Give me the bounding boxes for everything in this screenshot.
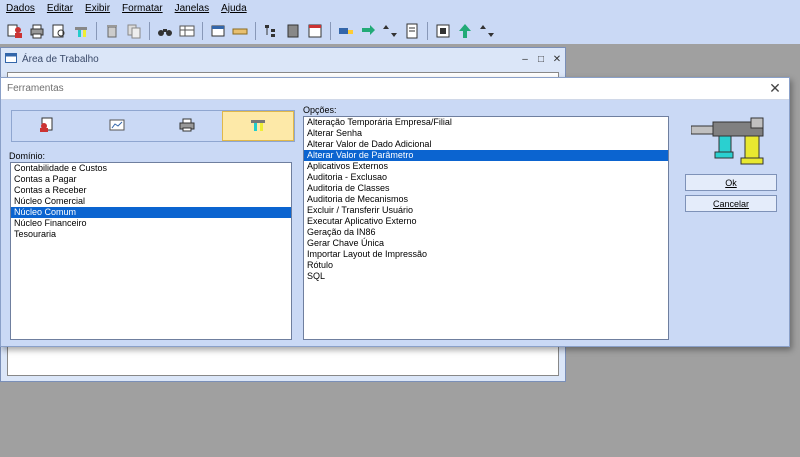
tools-icon[interactable] (72, 22, 90, 40)
binoculars-icon[interactable] (156, 22, 174, 40)
grid-icon[interactable] (178, 22, 196, 40)
domain-list-item[interactable]: Contabilidade e Custos (11, 163, 291, 174)
menu-janelas[interactable]: Janelas (169, 0, 215, 18)
toolbar-separator (330, 22, 331, 40)
workspace-title: Área de Trabalho (22, 53, 99, 65)
dialog-titlebar: Ferramentas ✕ (1, 78, 789, 100)
maximize-button[interactable]: □ (533, 54, 549, 65)
option-list-item[interactable]: Executar Aplicativo Externo (304, 216, 668, 227)
option-list-item[interactable]: Auditoria - Exclusao (304, 172, 668, 183)
menu-ajuda[interactable]: Ajuda (215, 0, 253, 18)
option-list-item[interactable]: Gerar Chave Única (304, 238, 668, 249)
menu-dados[interactable]: Dados (0, 0, 41, 18)
dialog-title: Ferramentas (7, 83, 64, 94)
toolbar (0, 18, 800, 44)
delete-icon[interactable] (103, 22, 121, 40)
menu-formatar[interactable]: Formatar (116, 0, 169, 18)
tools-illustration-icon (690, 116, 771, 166)
preview-icon[interactable] (50, 22, 68, 40)
calendar-icon[interactable] (306, 22, 324, 40)
option-list-item[interactable]: Alterar Valor de Parâmetro (304, 150, 668, 161)
cancel-button[interactable]: Cancelar (685, 195, 777, 212)
exit-icon[interactable] (434, 22, 452, 40)
dialog-close-button[interactable]: ✕ (761, 80, 789, 97)
sort-icon[interactable] (381, 22, 399, 40)
option-list-item[interactable]: Rótulo (304, 260, 668, 271)
option-list-item[interactable]: Alterar Senha (304, 128, 668, 139)
print-icon[interactable] (28, 22, 46, 40)
report-icon (109, 118, 125, 134)
order-icon[interactable] (478, 22, 496, 40)
transfer-icon[interactable] (359, 22, 377, 40)
option-list-item[interactable]: Excluir / Transferir Usuário (304, 205, 668, 216)
options-listbox[interactable]: Alteração Temporária Empresa/Filial Alter… (303, 116, 669, 340)
option-list-item[interactable]: Auditoria de Mecanismos (304, 194, 668, 205)
window-icon[interactable] (209, 22, 227, 40)
workspace-titlebar: Área de Trabalho – □ ✕ (1, 48, 565, 70)
domain-list-item[interactable]: Tesouraria (11, 229, 291, 240)
option-list-item[interactable]: Alterar Valor de Dado Adicional (304, 139, 668, 150)
document-icon[interactable] (403, 22, 421, 40)
option-list-item[interactable]: Geração da IN86 (304, 227, 668, 238)
option-list-item[interactable]: Aplicativos Externos (304, 161, 668, 172)
tools-icon (249, 117, 267, 135)
option-list-item[interactable]: Alteração Temporária Empresa/Filial (304, 117, 668, 128)
domain-list-item[interactable]: Núcleo Comum (11, 207, 291, 218)
ok-button[interactable]: Ok (685, 174, 777, 191)
category-users-button[interactable] (12, 111, 82, 141)
domain-list-item[interactable]: Núcleo Comercial (11, 196, 291, 207)
truck-icon[interactable] (337, 22, 355, 40)
minimize-button[interactable]: – (517, 54, 533, 65)
building-icon[interactable] (284, 22, 302, 40)
menu-exibir[interactable]: Exibir (79, 0, 116, 18)
option-list-item[interactable]: Auditoria de Classes (304, 183, 668, 194)
toolbar-separator (96, 22, 97, 40)
tools-dialog: Ferramentas ✕ Domínio: Contabilidade e C… (0, 77, 790, 347)
toolbar-separator (427, 22, 428, 40)
move-up-icon[interactable] (456, 22, 474, 40)
toolbar-separator (202, 22, 203, 40)
category-print-button[interactable] (152, 111, 222, 141)
options-label: Opções: (303, 105, 337, 115)
category-tools-button[interactable] (222, 111, 294, 141)
toolbar-separator (255, 22, 256, 40)
domain-list-item[interactable]: Contas a Pagar (11, 174, 291, 185)
domain-list-item[interactable]: Núcleo Financeiro (11, 218, 291, 229)
printer-icon (179, 118, 195, 134)
option-list-item[interactable]: Importar Layout de Impressão (304, 249, 668, 260)
handshake-icon[interactable] (231, 22, 249, 40)
toolbar-separator (149, 22, 150, 40)
window-icon (5, 53, 17, 65)
domain-label: Domínio: (9, 151, 46, 161)
user-card-icon (38, 117, 56, 135)
menu-editar[interactable]: Editar (41, 0, 79, 18)
domain-list-item[interactable]: Contas a Receber (11, 185, 291, 196)
option-list-item[interactable]: SQL (304, 271, 668, 282)
copy-icon[interactable] (125, 22, 143, 40)
domain-listbox[interactable]: Contabilidade e Custos Contas a Pagar Cont… (10, 162, 292, 340)
close-button[interactable]: ✕ (549, 54, 565, 65)
user-list-icon[interactable] (6, 22, 24, 40)
menu-bar: Dados Editar Exibir Formatar Janelas Aju… (0, 0, 800, 18)
tree-icon[interactable] (262, 22, 280, 40)
category-reports-button[interactable] (82, 111, 152, 141)
category-toolbar (11, 110, 295, 142)
